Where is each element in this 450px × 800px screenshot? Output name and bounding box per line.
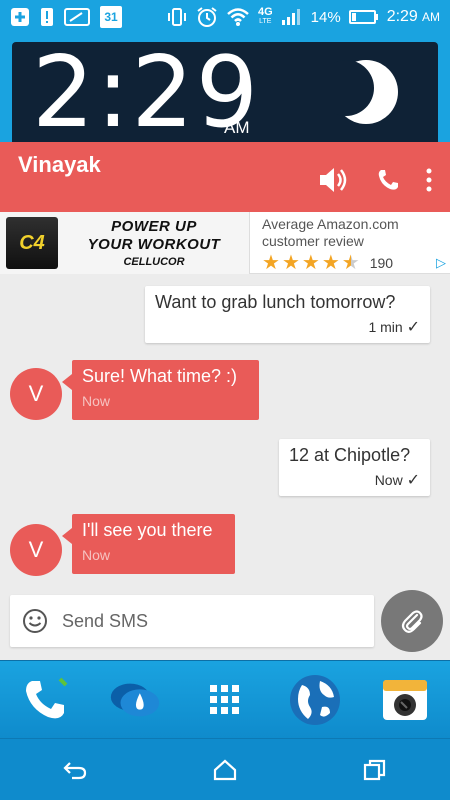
star-icon: ★ [301, 252, 320, 274]
alarm-icon [196, 6, 218, 28]
message-text: I'll see you there [82, 520, 213, 540]
home-icon[interactable] [197, 748, 253, 792]
message-outgoing[interactable]: 12 at Chipotle? Now ✓ [279, 439, 430, 496]
ad-brand: CELLUCOR [123, 256, 185, 268]
signal-icon [281, 8, 303, 26]
message-incoming[interactable]: I'll see you there Now [62, 514, 235, 574]
app-dock [0, 660, 450, 738]
message-text: Sure! What time? :) [82, 366, 238, 386]
star-icon: ★ [281, 252, 300, 274]
calendar-icon: 31 [100, 6, 122, 28]
app-drawer-icon[interactable] [197, 672, 253, 728]
browser-globe-icon[interactable] [287, 672, 343, 728]
clock-widget[interactable]: 2:29 AM [0, 34, 450, 148]
check-icon: ✓ [406, 319, 420, 336]
navigation-bar [0, 738, 450, 800]
avatar[interactable]: V [10, 524, 62, 576]
message-outgoing[interactable]: Want to grab lunch tomorrow? 1 min ✓ [145, 286, 430, 343]
message-incoming[interactable]: Sure! What time? :) Now [62, 360, 259, 420]
attach-button[interactable] [381, 590, 443, 652]
message-time: Now [82, 547, 111, 563]
messages-app-icon[interactable] [107, 672, 163, 728]
ad-review-panel[interactable]: Average Amazon.com customer review ★ ★ ★… [250, 212, 450, 273]
composer [10, 595, 374, 647]
battery-percent: 14% [310, 8, 341, 26]
message-time: Now [82, 393, 111, 409]
message-text: Want to grab lunch tomorrow? [155, 292, 396, 312]
product-image: C4 [6, 217, 58, 269]
check-icon: ✓ [406, 472, 420, 489]
conversation-header: Vinayak [0, 142, 450, 212]
battery-icon [348, 9, 379, 25]
contact-name: Vinayak [18, 152, 101, 177]
paperclip-icon [398, 607, 426, 635]
moon-icon [318, 54, 404, 135]
phone-app-icon[interactable] [17, 672, 73, 728]
ad-headline-line1: POWER UP [111, 218, 197, 235]
back-icon[interactable] [47, 748, 103, 792]
sms-input[interactable] [62, 610, 342, 632]
phone-icon[interactable] [376, 168, 400, 192]
more-options-icon[interactable] [426, 168, 432, 192]
network-4g-icon: 4G LTE [257, 6, 273, 26]
clock-panel: 2:29 AM [12, 38, 438, 148]
avatar[interactable]: V [10, 368, 62, 420]
recent-apps-icon[interactable] [347, 748, 403, 792]
wifi-icon [226, 7, 250, 27]
alert-icon [40, 7, 54, 27]
ad-review-text: Average Amazon.com customer review [262, 216, 399, 249]
screenshot-icon [64, 7, 90, 27]
message-meta: Now ✓ [374, 472, 420, 489]
emoji-icon[interactable] [22, 608, 48, 634]
half-star-icon: ★ [341, 252, 360, 274]
status-time: 2:29 AM [386, 8, 440, 25]
clock-ampm: AM [224, 118, 250, 137]
ad-creative[interactable]: C4 POWER UP YOUR WORKOUT CELLUCOR [0, 212, 250, 274]
status-bar: 31 4G LTE 14% 2:29 AM [0, 0, 450, 34]
speaker-icon[interactable] [318, 166, 350, 194]
message-text: 12 at Chipotle? [289, 445, 411, 465]
message-meta: 1 min ✓ [368, 319, 420, 336]
camera-app-icon[interactable] [377, 672, 433, 728]
ad-choices-icon[interactable]: ▷ [436, 255, 446, 271]
ad-headline-line2: YOUR WORKOUT [87, 236, 221, 253]
star-icon: ★ [321, 252, 340, 274]
ad-review-count: 190 [369, 255, 394, 271]
vibrate-icon [166, 7, 188, 27]
ad-rating: ★ ★ ★ ★ ★ 190 [262, 253, 438, 273]
star-icon: ★ [262, 252, 280, 274]
ad-banner[interactable]: C4 POWER UP YOUR WORKOUT CELLUCOR Averag… [0, 212, 450, 274]
add-notification-icon [10, 7, 30, 27]
